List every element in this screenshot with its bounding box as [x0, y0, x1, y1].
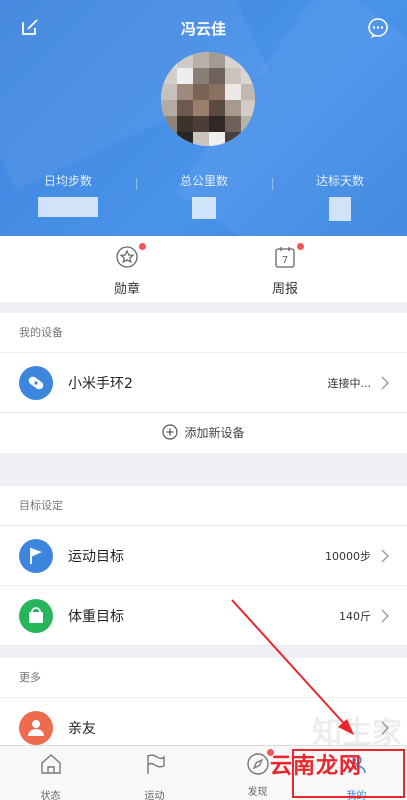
- medal-icon: [116, 246, 138, 268]
- friends-label: 亲友: [68, 721, 96, 737]
- stats-row: 日均步数 总公里数 达标天数: [0, 172, 407, 222]
- quick-actions: 勋章 7 周报: [0, 236, 407, 302]
- add-device-label: 添加新设备: [184, 426, 245, 440]
- goal-label: 体重目标: [68, 609, 124, 625]
- stat-goal-days: 达标天数: [272, 172, 407, 221]
- tab-label: 运动: [144, 791, 165, 800]
- goal-value: 140斤: [339, 610, 371, 623]
- stat-label: 达标天数: [315, 174, 364, 188]
- notification-dot: [139, 243, 146, 250]
- devices-card: 我的设备 小米手环2 连接中... 添加新设备: [0, 313, 407, 453]
- weekly-report-button[interactable]: 7 周报: [225, 243, 345, 297]
- band-icon: [19, 366, 53, 400]
- goal-row-exercise[interactable]: 运动目标 10000步: [0, 526, 407, 586]
- username: 冯云佳: [180, 20, 226, 38]
- watermark: 云南龙网: [270, 754, 363, 779]
- avatar[interactable]: [161, 52, 255, 146]
- tab-label: 状态: [40, 791, 61, 800]
- home-icon: [40, 754, 61, 774]
- chevron-right-icon: [381, 609, 389, 623]
- scale-bag-icon: [19, 599, 53, 633]
- stat-label: 日均步数: [43, 174, 92, 188]
- plus-circle-icon: [162, 424, 179, 440]
- stat-label: 总公里数: [179, 174, 228, 188]
- section-title: 目标设定: [0, 486, 407, 526]
- tab-status[interactable]: 状态: [0, 752, 101, 800]
- stat-value-masked: [192, 197, 216, 219]
- friends-icon: [19, 711, 53, 745]
- add-device-button[interactable]: 添加新设备: [0, 413, 407, 453]
- message-icon[interactable]: [367, 17, 389, 39]
- chevron-right-icon: [381, 549, 389, 563]
- medal-label: 勋章: [113, 282, 140, 297]
- chevron-right-icon: [381, 376, 389, 390]
- stat-daily-steps: 日均步数: [0, 172, 136, 217]
- calendar-icon: 7: [275, 247, 295, 268]
- device-status: 连接中...: [327, 377, 372, 390]
- weekly-label: 周报: [271, 282, 298, 297]
- goal-row-weight[interactable]: 体重目标 140斤: [0, 586, 407, 646]
- profile-header: 冯云佳 日均步数 总公里数 达标天数: [0, 0, 407, 236]
- goals-card: 目标设定 运动目标 10000步 体重目标 140斤: [0, 486, 407, 646]
- section-title: 我的设备: [0, 313, 407, 353]
- calendar-day: 7: [282, 255, 288, 266]
- device-row[interactable]: 小米手环2 连接中...: [0, 353, 407, 413]
- stat-value-masked: [329, 197, 351, 221]
- device-name: 小米手环2: [68, 376, 133, 392]
- goal-value: 10000步: [325, 550, 371, 563]
- notification-dot: [297, 243, 304, 250]
- flag-icon: [19, 539, 53, 573]
- compass-icon: [246, 753, 269, 775]
- flag-icon: [146, 754, 165, 774]
- goal-label: 运动目标: [68, 549, 124, 565]
- stat-value-masked: [38, 197, 98, 217]
- tab-exercise[interactable]: 运动: [104, 752, 205, 800]
- stat-total-km: 总公里数: [136, 172, 272, 219]
- medal-button[interactable]: 勋章: [67, 243, 187, 297]
- section-title: 更多: [0, 658, 407, 698]
